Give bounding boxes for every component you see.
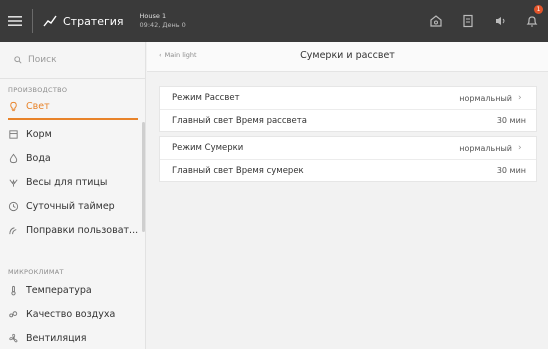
bell-icon [526,16,538,27]
air-quality-icon [9,310,18,317]
page-header: ‹ Main light Сумерки и рассвет [147,42,548,72]
sidebar-item-bird-scales[interactable]: Весы для птицы [8,170,142,194]
sidebar-item-label: Корм [26,128,52,140]
sidebar-item-label: Свет [26,100,50,112]
thermometer-icon [11,285,16,295]
home-button[interactable] [420,0,452,42]
sidebar-item-user-adjustments[interactable]: Поправки пользоват... [8,218,142,242]
sidebar-item-air-quality[interactable]: Качество воздуха [8,302,142,326]
chevron-right-icon: › [518,143,522,153]
clock-icon [8,201,19,211]
settings-card-dusk: Режим Сумерки нормальный › Главный свет … [159,136,537,182]
feed-icon [9,129,18,139]
section-microclimate: МИКРОКЛИМАТ [8,268,64,276]
sidebar-item-label: Суточный таймер [26,200,115,212]
chevron-right-icon: › [518,93,522,103]
divider [0,78,145,79]
top-bar: Стратегия House 1 09:42, День 0 1 [0,0,548,42]
report-button[interactable] [452,0,484,42]
sidebar-item-water[interactable]: Вода [8,146,142,170]
ventilation-icon [9,333,18,342]
user-adjust-icon [9,226,17,234]
house-info[interactable]: House 1 09:42, День 0 [140,12,186,30]
sound-button[interactable] [484,0,516,42]
main-content: ‹ Main light Сумерки и рассвет Режим Рас… [147,42,548,349]
notifications-button[interactable]: 1 [516,0,548,42]
house-name: House 1 [139,12,167,20]
setting-value: 30 мин [496,166,526,175]
house-time: 09:42, День 0 [139,21,186,29]
setting-label: Режим Сумерки [172,143,244,153]
water-drop-icon [9,153,18,163]
setting-value: нормальный [459,143,512,153]
setting-row-dusk-mode[interactable]: Режим Сумерки нормальный › [160,137,536,159]
search-placeholder: Поиск [28,55,57,65]
search-icon [14,56,22,64]
sidebar-item-daily-timer[interactable]: Суточный таймер [8,194,142,218]
sidebar-item-label: Вентиляция [26,332,87,344]
sidebar-item-light[interactable]: Свет [8,94,142,118]
setting-row-dawn-mode[interactable]: Режим Рассвет нормальный › [160,87,536,109]
sidebar-item-label: Весы для птицы [26,176,108,188]
settings-card-dawn: Режим Рассвет нормальный › Главный свет … [159,86,537,132]
setting-row-dusk-time[interactable]: Главный свет Время сумерек 30 мин [160,159,536,181]
divider [32,9,33,33]
menu-button[interactable] [0,0,30,42]
active-indicator [8,118,138,120]
trend-icon [43,15,57,27]
lightbulb-icon [10,101,17,111]
sidebar-item-label: Вода [26,152,51,164]
speaker-icon [496,17,505,25]
sidebar: Поиск ПРОИЗВОДСТВО Свет Корм Вода Весы д… [0,42,146,349]
sidebar-item-label: Качество воздуха [26,308,116,320]
setting-label: Режим Рассвет [172,93,240,103]
sidebar-item-feed[interactable]: Корм [8,122,142,146]
setting-label: Главный свет Время рассвета [172,115,307,126]
notification-badge: 1 [534,5,543,14]
sidebar-scrollbar[interactable] [142,122,145,232]
setting-value: 30 мин [496,116,526,125]
strategy-label: Стратегия [63,14,124,28]
home-icon [430,15,442,27]
sidebar-item-temperature[interactable]: Температура [8,278,142,302]
document-icon [463,14,473,28]
bird-scale-icon [9,178,18,187]
setting-value: нормальный [459,93,512,103]
strategy-button[interactable]: Стратегия [37,0,130,42]
hamburger-icon [8,16,22,26]
sidebar-item-ventilation[interactable]: Вентиляция [8,326,142,349]
sidebar-item-label: Поправки пользоват... [26,224,139,236]
setting-label: Главный свет Время сумерек [172,165,304,176]
sidebar-item-label: Температура [26,284,92,296]
setting-row-dawn-time[interactable]: Главный свет Время рассвета 30 мин [160,109,536,131]
page-title: Сумерки и рассвет [300,50,395,61]
search-input[interactable]: Поиск [8,48,140,72]
section-production: ПРОИЗВОДСТВО [8,86,68,94]
